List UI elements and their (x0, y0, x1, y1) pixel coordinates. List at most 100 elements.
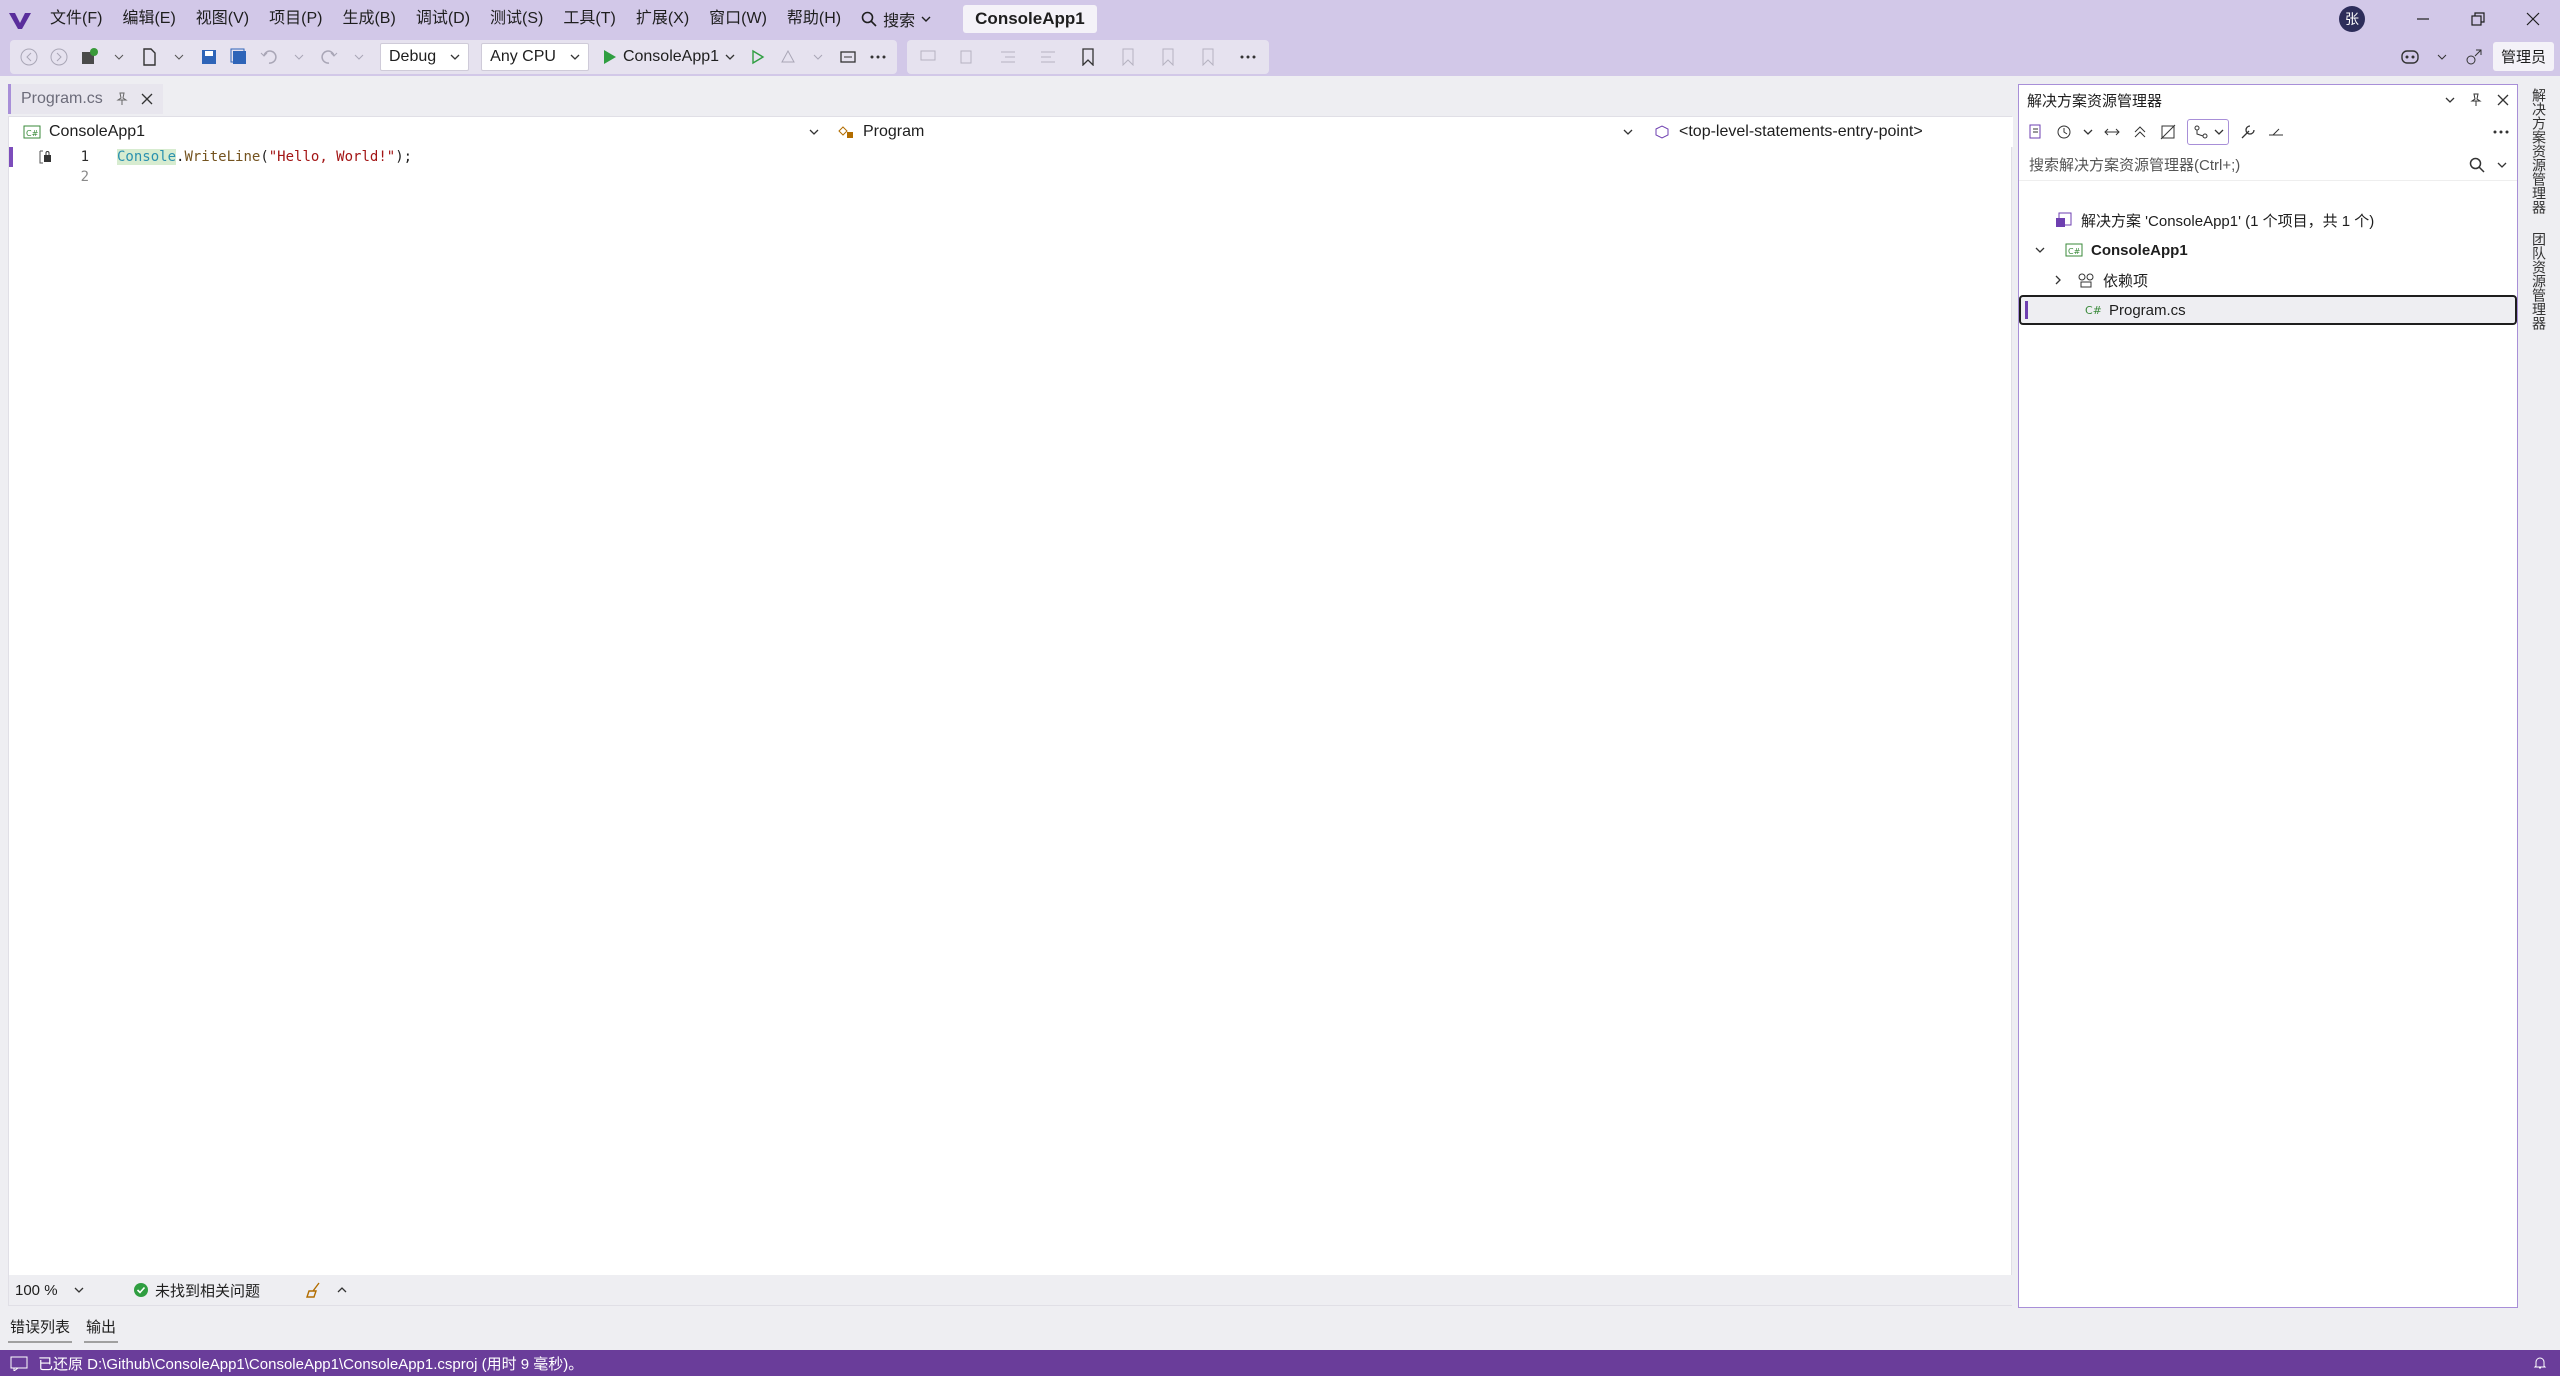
type-dropdown[interactable]: Program (837, 117, 1633, 147)
more-options-icon[interactable] (2493, 130, 2509, 134)
close-icon[interactable] (141, 93, 153, 105)
menu-item-3[interactable]: 项目(P) (259, 0, 332, 38)
platform-select[interactable]: Any CPU (481, 43, 589, 71)
notification-bell-icon[interactable] (2532, 1355, 2548, 1371)
comment-icon[interactable] (915, 44, 941, 70)
member-dropdown[interactable]: <top-level-statements-entry-point> (1653, 117, 2009, 147)
chevron-down-icon[interactable] (2035, 245, 2045, 255)
menu-item-2[interactable]: 视图(V) (186, 0, 259, 38)
configuration-select[interactable]: Debug (380, 43, 470, 71)
navigate-forward-icon[interactable] (46, 44, 72, 70)
search-icon[interactable] (2469, 157, 2485, 173)
close-icon[interactable] (2497, 94, 2509, 106)
browser-link-icon[interactable] (835, 44, 861, 70)
chevron-down-icon[interactable] (166, 44, 192, 70)
code-text: Console.WriteLine("Hello, World!"); (117, 147, 412, 167)
solution-icon (2056, 212, 2072, 227)
chevron-down-icon[interactable] (346, 44, 372, 70)
hot-reload-icon[interactable] (775, 44, 801, 70)
check-circle-icon (134, 1283, 148, 1297)
more-options-icon[interactable] (865, 44, 891, 70)
tab-output[interactable]: 输出 (84, 1312, 119, 1343)
tab-error-list[interactable]: 错误列表 (8, 1312, 73, 1343)
pin-icon[interactable] (2469, 93, 2483, 107)
increase-indent-icon[interactable] (1035, 44, 1061, 70)
more-options-icon[interactable] (1235, 44, 1261, 70)
preview-selected-items-icon[interactable] (2267, 123, 2285, 141)
menu-item-9[interactable]: 窗口(W) (699, 0, 777, 38)
save-all-icon[interactable] (226, 44, 252, 70)
restore-button[interactable] (2450, 0, 2505, 38)
minimize-icon (2416, 18, 2429, 20)
code-line[interactable]: 1 Console.WriteLine("Hello, World!"); (9, 147, 2011, 167)
start-without-debugging-icon[interactable] (745, 44, 771, 70)
quick-action-lightbulb-icon[interactable] (37, 149, 53, 165)
properties-wrench-icon[interactable] (2239, 123, 2257, 141)
rail-tab-team-explorer[interactable]: 团队资源管理器 (2529, 228, 2549, 334)
switch-views-icon[interactable] (2027, 123, 2045, 141)
undo-icon[interactable] (256, 44, 282, 70)
start-debugging-button[interactable]: ConsoleApp1 (597, 48, 741, 66)
rail-tab-solution-explorer[interactable]: 解决方案资源管理器 (2529, 84, 2549, 218)
avatar[interactable]: 张 (2339, 6, 2365, 32)
navigate-back-icon[interactable] (16, 44, 42, 70)
visual-studio-logo-icon[interactable] (0, 0, 40, 38)
bookmark-icon[interactable] (1075, 44, 1101, 70)
menu-item-6[interactable]: 测试(S) (480, 0, 553, 38)
chevron-right-icon[interactable] (2053, 275, 2063, 285)
pin-icon[interactable] (115, 92, 129, 106)
output-window-icon[interactable] (10, 1355, 28, 1371)
show-all-files-icon[interactable] (2159, 123, 2177, 141)
chevron-down-icon[interactable] (106, 44, 132, 70)
code-cleanup-broom-icon[interactable] (305, 1281, 323, 1299)
new-file-icon[interactable] (136, 44, 162, 70)
history-icon[interactable] (2055, 123, 2073, 141)
menu-item-5[interactable]: 调试(D) (406, 0, 480, 38)
minimize-button[interactable] (2395, 0, 2450, 38)
menu-item-1[interactable]: 编辑(E) (112, 0, 185, 38)
close-icon (2526, 12, 2539, 26)
solution-explorer-title: 解决方案资源管理器 (2027, 92, 2163, 110)
chevron-down-icon[interactable] (2083, 127, 2093, 137)
save-icon[interactable] (196, 44, 222, 70)
zoom-select[interactable]: 100 % (15, 1282, 84, 1299)
tree-item-program-cs[interactable]: C# Program.cs (2019, 295, 2517, 325)
decrease-indent-icon[interactable] (995, 44, 1021, 70)
redo-icon[interactable] (316, 44, 342, 70)
chevron-down-icon[interactable] (2429, 44, 2455, 70)
solution-explorer-search[interactable]: 搜索解决方案资源管理器(Ctrl+;) (2019, 149, 2517, 181)
pending-changes-filter-button[interactable] (2187, 119, 2229, 145)
tree-item-dependencies[interactable]: 依赖项 (2019, 265, 2517, 295)
copilot-icon[interactable] (2397, 44, 2423, 70)
tab-program-cs[interactable]: Program.cs (8, 84, 163, 114)
issues-indicator[interactable]: 未找到相关问题 (133, 1280, 260, 1301)
tree-item-project[interactable]: C# ConsoleApp1 (2019, 235, 2517, 265)
tree-item-solution[interactable]: 解决方案 'ConsoleApp1' (1 个项目，共 1 个) (2019, 205, 2517, 235)
search-menu[interactable]: 搜索 (851, 7, 941, 31)
chevron-down-icon[interactable] (2497, 160, 2507, 170)
menu-item-0[interactable]: 文件(F) (40, 0, 112, 38)
code-line[interactable]: 2 (9, 167, 2011, 187)
project-dropdown[interactable]: C# ConsoleApp1 (23, 117, 819, 147)
chevron-down-icon (725, 54, 735, 60)
next-bookmark-icon[interactable] (1155, 44, 1181, 70)
menu-item-8[interactable]: 扩展(X) (626, 0, 699, 38)
chevron-down-icon[interactable] (2445, 95, 2455, 105)
code-area[interactable]: 1 Console.WriteLine("Hello, World!"); 2 (9, 147, 2013, 1267)
chevron-down-icon[interactable] (286, 44, 312, 70)
menu-item-7[interactable]: 工具(T) (553, 0, 625, 38)
live-share-icon[interactable] (2461, 44, 2487, 70)
clear-bookmarks-icon[interactable] (1195, 44, 1221, 70)
new-project-icon[interactable] (76, 44, 102, 70)
code-editor[interactable]: C# ConsoleApp1 Program <top-level-statem… (8, 116, 2013, 1306)
menu-item-10[interactable]: 帮助(H) (777, 0, 851, 38)
menu-item-4[interactable]: 生成(B) (332, 0, 405, 38)
sync-with-document-icon[interactable] (2103, 123, 2121, 141)
tab-label: Program.cs (21, 90, 103, 107)
uncomment-icon[interactable] (955, 44, 981, 70)
previous-bookmark-icon[interactable] (1115, 44, 1141, 70)
close-window-button[interactable] (2505, 0, 2560, 38)
chevron-down-icon[interactable] (805, 44, 831, 70)
collapse-all-icon[interactable] (2131, 123, 2149, 141)
chevron-up-icon[interactable] (337, 1285, 347, 1295)
